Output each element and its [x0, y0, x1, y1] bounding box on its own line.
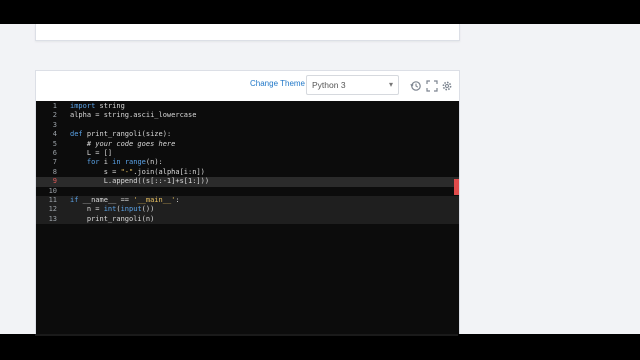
viewport-bottom-edge: [35, 334, 458, 336]
code-editor-panel: Change Theme Python 3 ▾ 1 import string …: [35, 70, 460, 334]
code-line-text: s = "-".join(alpha[i:n]): [70, 167, 205, 176]
change-theme-link[interactable]: Change Theme: [250, 79, 305, 88]
code-line[interactable]: 11 if __name__ == '__main__':: [36, 196, 459, 206]
code-line[interactable]: 2 alpha = string.ascii_lowercase: [36, 111, 459, 120]
code-line-text: n = int(input()): [70, 205, 155, 214]
code-line[interactable]: 6 L = []: [36, 149, 459, 158]
code-line-current[interactable]: 9 L.append((s[::-1]+s[1:])): [36, 177, 459, 187]
code-area[interactable]: 1 import string 2 alpha = string.ascii_l…: [36, 101, 459, 334]
code-line-text: alpha = string.ascii_lowercase: [70, 111, 197, 120]
line-number: 13: [48, 214, 57, 223]
language-select-value: Python 3: [312, 80, 346, 90]
line-number: 2: [52, 111, 57, 120]
line-number: 5: [52, 139, 57, 148]
line-number: 3: [52, 120, 57, 129]
code-line-text: def print_rangoli(size):: [70, 130, 172, 139]
line-number: 8: [52, 167, 57, 176]
line-number: 10: [48, 186, 57, 195]
code-line-text: # your code goes here: [70, 139, 176, 148]
code-line[interactable]: 4 def print_rangoli(size):: [36, 130, 459, 139]
code-line[interactable]: 3: [36, 121, 459, 130]
code-line[interactable]: 8 s = "-".join(alpha[i:n]): [36, 168, 459, 177]
line-number: 12: [48, 205, 57, 214]
code-line[interactable]: 7 for i in range(n):: [36, 158, 459, 167]
line-number: 7: [52, 158, 57, 167]
code-line[interactable]: 5 # your code goes here: [36, 140, 459, 149]
chevron-down-icon: ▾: [388, 80, 393, 89]
code-line-text: for i in range(n):: [86, 158, 163, 167]
fullscreen-icon[interactable]: [426, 79, 438, 92]
code-line-text: L = []: [70, 149, 113, 157]
language-select[interactable]: Python 3 ▾: [306, 75, 399, 95]
line-number: 6: [52, 149, 57, 157]
code-line-text: if __name__ == '__main__':: [70, 196, 180, 204]
history-icon[interactable]: [410, 79, 422, 91]
code-line-text: L.append((s[::-1]+s[1:])): [70, 177, 210, 186]
error-marker: [454, 179, 459, 195]
settings-icon[interactable]: [441, 79, 453, 91]
line-number: 4: [52, 130, 57, 139]
code-line[interactable]: 13 print_rangoli(n): [36, 214, 459, 225]
code-line-text: import string: [70, 102, 125, 110]
code-line[interactable]: 12 n = int(input()): [36, 205, 459, 215]
browser-viewport: Change Theme Python 3 ▾ 1 import string …: [0, 24, 640, 334]
line-number: 1: [52, 102, 57, 110]
problem-card: [35, 24, 460, 41]
editor-toolbar: Change Theme Python 3 ▾: [36, 71, 459, 101]
code-line[interactable]: 1 import string: [36, 102, 459, 111]
line-number: 11: [48, 196, 57, 204]
line-number: 9: [52, 177, 57, 186]
code-line-text: print_rangoli(n): [70, 214, 155, 223]
code-line[interactable]: 10: [36, 187, 459, 196]
